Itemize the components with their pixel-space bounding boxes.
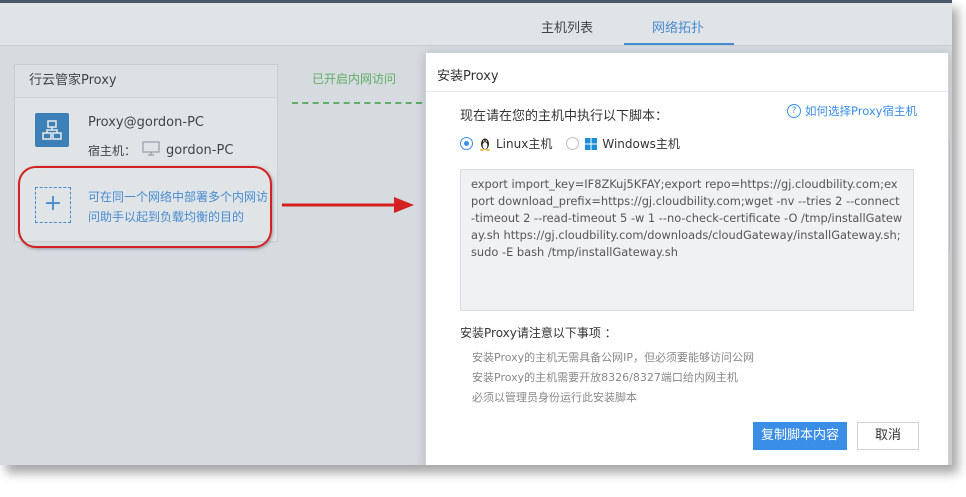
question-icon: ? [786, 104, 801, 118]
linux-option-label: Linux主机 [496, 137, 553, 151]
copy-script-button[interactable]: 复制脚本内容 [753, 422, 847, 450]
linux-radio[interactable] [460, 137, 473, 150]
note-item: 必须以管理员身份运行此安装脚本 [472, 391, 637, 404]
cancel-button[interactable]: 取消 [857, 422, 919, 450]
script-prompt: 现在请在您的主机中执行以下脚本： [460, 109, 669, 124]
install-proxy-dialog: 安装Proxy 现在请在您的主机中执行以下脚本： ? 如何选择Proxy宿主机 [425, 52, 949, 465]
annotation-arrow-icon [282, 197, 414, 213]
help-link[interactable]: ? 如何选择Proxy宿主机 [786, 103, 917, 119]
app-canvas: 主机列表 网络拓扑 已开启内网访问 行云管家Proxy Proxy@gordon… [0, 0, 952, 465]
windows-radio[interactable] [566, 137, 580, 150]
windows-logo-icon [585, 137, 598, 150]
install-script-textarea[interactable]: export import_key=IF8ZKuj5KFAY;export re… [460, 169, 914, 311]
linux-tux-icon [479, 137, 491, 151]
dialog-title: 安装Proxy [437, 69, 499, 84]
os-selector: Linux主机 Windows主机 [460, 135, 694, 152]
annotation-highlight-oval [18, 166, 272, 248]
note-item: 安装Proxy的主机需要开放8326/8327端口给内网主机 [472, 371, 738, 384]
os-option-linux[interactable]: Linux主机 [460, 135, 552, 152]
dialog-title-divider [426, 91, 948, 92]
os-option-windows[interactable]: Windows主机 [566, 135, 680, 152]
windows-option-label: Windows主机 [602, 137, 680, 151]
notes-title: 安装Proxy请注意以下事项 ： [460, 326, 617, 340]
note-item: 安装Proxy的主机无需具备公网IP，但必须要能够访问公网 [472, 351, 755, 364]
help-link-label: 如何选择Proxy宿主机 [804, 104, 917, 118]
